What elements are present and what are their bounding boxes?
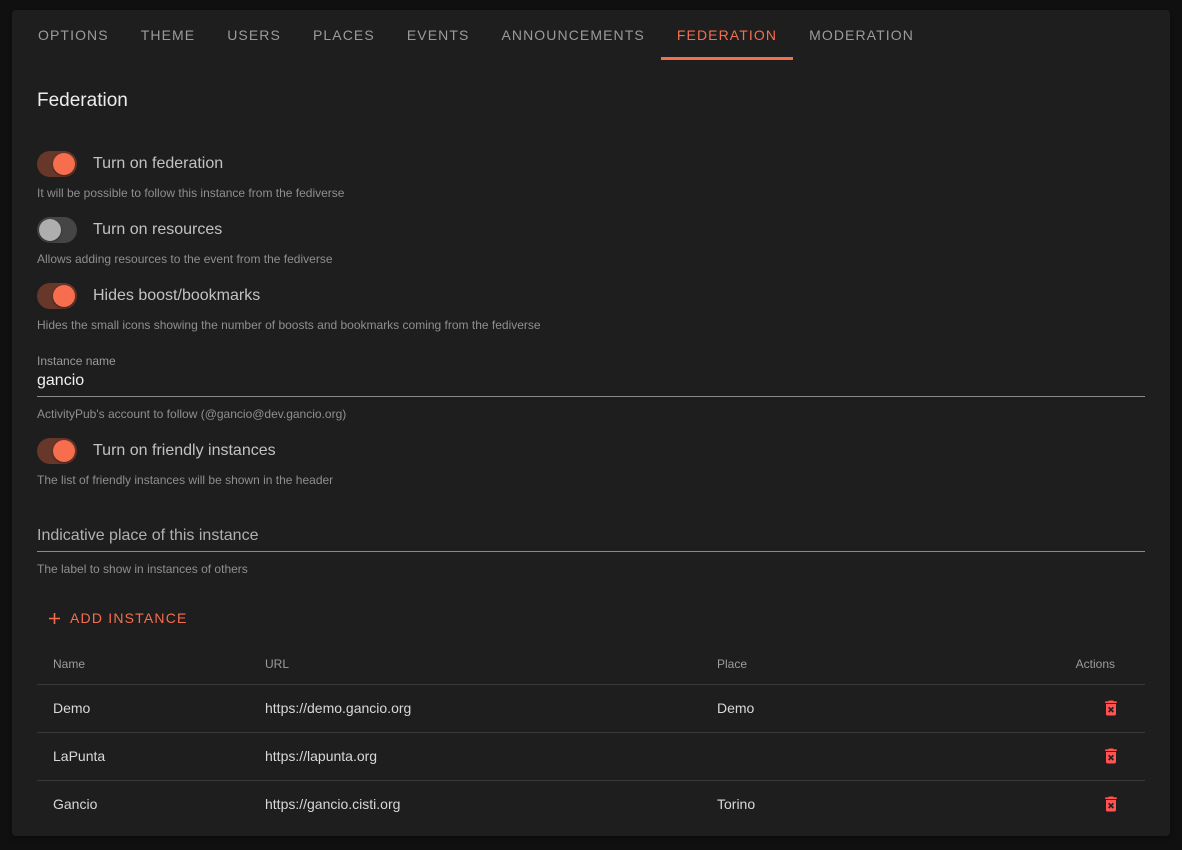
plus-icon [45, 609, 64, 628]
federation-toggle-hint: It will be possible to follow this insta… [37, 186, 1145, 200]
boost-toggle-hint: Hides the small icons showing the number… [37, 318, 1145, 332]
tab-theme[interactable]: THEME [125, 10, 212, 60]
federation-settings-panel: Federation Turn on federation It will be… [12, 90, 1170, 828]
toggle-thumb [39, 219, 61, 241]
instance-name-hint: ActivityPub's account to follow (@gancio… [37, 407, 1145, 421]
tab-places[interactable]: PLACES [297, 10, 391, 60]
friendly-instances-toggle-label[interactable]: Turn on friendly instances [93, 442, 276, 460]
trusted-instances-table: Name URL Place Actions Demo https://demo… [37, 644, 1145, 828]
trash-x-icon [1101, 746, 1121, 766]
table-header-row: Name URL Place Actions [37, 644, 1145, 684]
trash-x-icon [1101, 698, 1121, 718]
tab-announcements[interactable]: ANNOUNCEMENTS [485, 10, 660, 60]
resources-toggle-label[interactable]: Turn on resources [93, 221, 222, 239]
tab-users[interactable]: USERS [211, 10, 297, 60]
setting-hides-boost-bookmarks: Hides boost/bookmarks Hides the small ic… [37, 282, 1145, 332]
boost-toggle[interactable] [37, 283, 77, 309]
column-header-place: Place [701, 644, 1047, 684]
admin-settings-card: OPTIONS THEME USERS PLACES EVENTS ANNOUN… [12, 10, 1170, 836]
instance-name-cell: Gancio [37, 780, 249, 828]
column-header-url: URL [249, 644, 701, 684]
trash-x-icon [1101, 794, 1121, 814]
column-header-actions: Actions [1047, 644, 1145, 684]
toggle-thumb [53, 440, 75, 462]
instance-name-cell: LaPunta [37, 732, 249, 780]
instance-place-field: The label to show in instances of others [37, 523, 1145, 576]
delete-instance-button[interactable] [1093, 786, 1129, 822]
toggle-thumb [53, 285, 75, 307]
boost-toggle-label[interactable]: Hides boost/bookmarks [93, 287, 260, 305]
instance-place-cell [701, 732, 1047, 780]
tab-moderation[interactable]: MODERATION [793, 10, 930, 60]
instance-place-cell: Demo [701, 684, 1047, 732]
table-row: Gancio https://gancio.cisti.org Torino [37, 780, 1145, 828]
delete-instance-button[interactable] [1093, 690, 1129, 726]
friendly-instances-toggle[interactable] [37, 438, 77, 464]
table-row: Demo https://demo.gancio.org Demo [37, 684, 1145, 732]
toggle-thumb [53, 153, 75, 175]
admin-tab-bar: OPTIONS THEME USERS PLACES EVENTS ANNOUN… [12, 10, 1170, 60]
instance-url-cell: https://lapunta.org [249, 732, 701, 780]
tab-options[interactable]: OPTIONS [22, 10, 125, 60]
add-instance-button-label: ADD INSTANCE [70, 610, 188, 626]
setting-turn-on-federation: Turn on federation It will be possible t… [37, 150, 1145, 200]
federation-toggle[interactable] [37, 151, 77, 177]
add-instance-button[interactable]: ADD INSTANCE [37, 600, 196, 636]
federation-toggle-label[interactable]: Turn on federation [93, 155, 223, 173]
instance-url-cell: https://demo.gancio.org [249, 684, 701, 732]
table-row: LaPunta https://lapunta.org [37, 732, 1145, 780]
resources-toggle-hint: Allows adding resources to the event fro… [37, 252, 1145, 266]
instance-name-field: Instance name ActivityPub's account to f… [37, 354, 1145, 421]
tab-federation[interactable]: FEDERATION [661, 10, 793, 60]
instance-name-cell: Demo [37, 684, 249, 732]
tab-events[interactable]: EVENTS [391, 10, 486, 60]
column-header-name: Name [37, 644, 249, 684]
instance-place-input[interactable] [37, 523, 1145, 552]
instance-place-hint: The label to show in instances of others [37, 562, 1145, 576]
delete-instance-button[interactable] [1093, 738, 1129, 774]
instance-url-cell: https://gancio.cisti.org [249, 780, 701, 828]
setting-turn-on-friendly-instances: Turn on friendly instances The list of f… [37, 437, 1145, 487]
page-title: Federation [37, 90, 1145, 112]
friendly-instances-toggle-hint: The list of friendly instances will be s… [37, 473, 1145, 487]
instance-name-input[interactable] [37, 368, 1145, 397]
instance-place-cell: Torino [701, 780, 1047, 828]
setting-turn-on-resources: Turn on resources Allows adding resource… [37, 216, 1145, 266]
instance-name-label: Instance name [37, 354, 1145, 368]
resources-toggle[interactable] [37, 217, 77, 243]
